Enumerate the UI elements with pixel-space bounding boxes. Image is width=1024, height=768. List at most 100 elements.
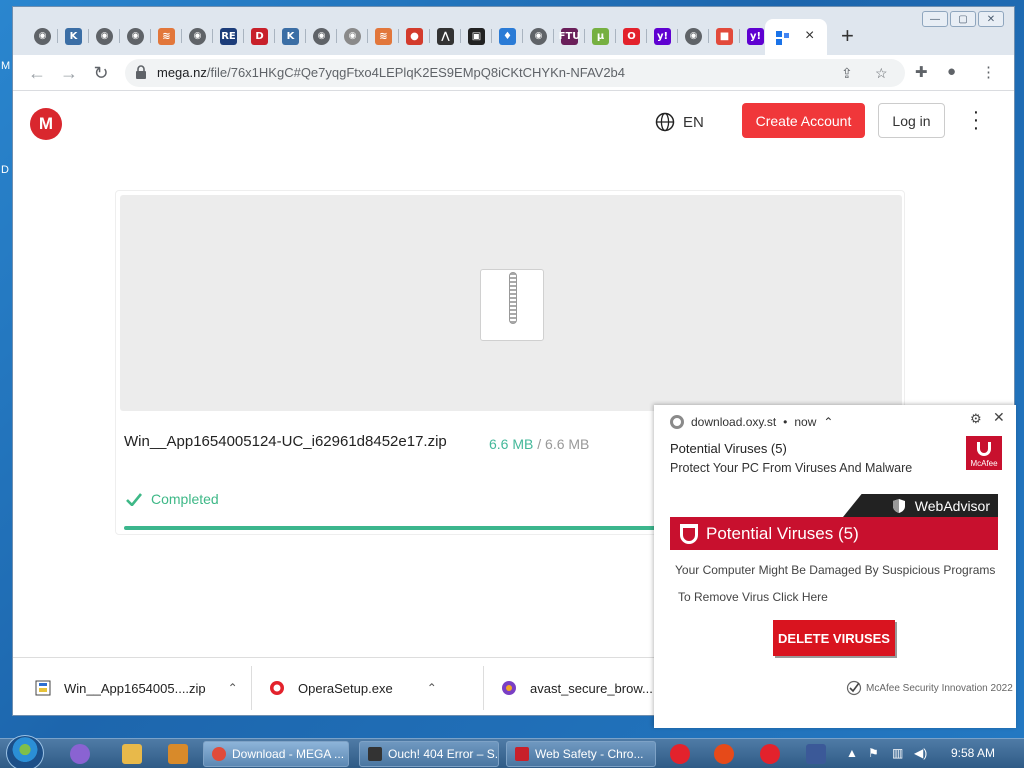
warning-banner: Potential Viruses (5): [670, 517, 998, 550]
chevron-up-icon[interactable]: ⌃: [823, 415, 833, 429]
tray-network-icon[interactable]: ▥: [892, 746, 903, 760]
chevron-up-icon[interactable]: ⌃: [427, 681, 437, 695]
webadvisor-banner[interactable]: WebAdvisor Potential Viruses (5): [670, 494, 998, 550]
gear-icon[interactable]: ⚙: [970, 411, 982, 427]
download-item-name: Win__App1654005....zip: [64, 680, 206, 696]
volume-icon[interactable]: ◀): [914, 746, 927, 760]
reload-button[interactable]: ↻: [89, 61, 113, 85]
taskbar-item[interactable]: Ouch! 404 Error – S...: [359, 741, 499, 767]
tab-re[interactable]: RE: [213, 23, 244, 49]
clock[interactable]: 9:58 AM: [951, 746, 995, 760]
download-item[interactable]: OperaSetup.exe ⌃: [269, 670, 437, 706]
shield-icon: [680, 523, 698, 544]
opera-icon[interactable]: [760, 744, 780, 764]
tab-globe[interactable]: ◉: [89, 23, 120, 49]
taskbar-item[interactable]: Download - MEGA ...: [203, 741, 349, 767]
divider: [251, 666, 252, 710]
chrome-icon: [670, 415, 684, 429]
tab-opera[interactable]: O: [616, 23, 647, 49]
download-item[interactable]: Win__App1654005....zip ⌃: [35, 670, 238, 706]
tab-caret[interactable]: ⋀: [430, 23, 461, 49]
language-selector[interactable]: EN: [655, 112, 704, 132]
size-total: 6.6 MB: [545, 436, 590, 452]
download-item[interactable]: avast_secure_brow....e: [501, 670, 664, 706]
ftu-icon: FTU: [559, 27, 580, 45]
globe-icon: ◉: [127, 27, 144, 45]
tab-flame[interactable]: ♦: [492, 23, 523, 49]
tab-globe[interactable]: ◉: [120, 23, 151, 49]
facebook-icon[interactable]: [806, 744, 826, 764]
extensions-puzzle-icon[interactable]: ✚: [915, 63, 928, 81]
file-size: 6.6 MB / 6.6 MB: [489, 436, 589, 452]
profile-avatar-icon[interactable]: ●: [947, 63, 956, 80]
tab-globe[interactable]: ◉: [337, 23, 368, 49]
desktop-icon-label[interactable]: M: [1, 60, 10, 72]
login-button[interactable]: Log in: [878, 103, 945, 138]
taskbar-item[interactable]: Web Safety - Chro...: [506, 741, 656, 767]
tab-active[interactable]: ×: [765, 19, 827, 55]
chevron-up-icon[interactable]: ⌃: [228, 681, 238, 695]
back-button[interactable]: ←: [25, 61, 49, 85]
more-menu-icon[interactable]: · · ·: [971, 102, 981, 138]
tab-globe[interactable]: ◉: [306, 23, 337, 49]
new-tab-button[interactable]: +: [841, 23, 854, 49]
url-text[interactable]: mega.nz/file/76x1HKgC#Qe7yqgFtxo4LEPlqK2…: [157, 65, 625, 80]
warning-cta-text[interactable]: To Remove Virus Click Here: [678, 590, 828, 604]
bookmark-star-icon[interactable]: ☆: [875, 65, 888, 82]
create-account-button[interactable]: Create Account: [742, 103, 865, 138]
tab-stack[interactable]: ≋: [368, 23, 399, 49]
tab-ftu[interactable]: FTU: [554, 23, 585, 49]
spam-notification[interactable]: download.oxy.st • now ⌃ ⚙ ✕ Potential Vi…: [654, 405, 1016, 728]
globe-icon: ◉: [189, 27, 206, 45]
notification-time: now: [794, 415, 817, 429]
address-bar[interactable]: mega.nz/file/76x1HKgC#Qe7yqgFtxo4LEPlqK2…: [125, 59, 905, 87]
tab-stack[interactable]: ≋: [151, 23, 182, 49]
download-item-name: OperaSetup.exe: [298, 680, 393, 696]
red-circle-icon: ●: [406, 27, 423, 45]
mega-logo[interactable]: M: [30, 108, 62, 140]
desktop-icon-label[interactable]: D: [1, 164, 9, 176]
tab-globe[interactable]: ◉: [523, 23, 554, 49]
tab-d[interactable]: D: [244, 23, 275, 49]
tab-red-circle[interactable]: ●: [399, 23, 430, 49]
yandex-browser-icon[interactable]: [714, 744, 734, 764]
tab-yahoo[interactable]: y!: [647, 23, 678, 49]
tab-k[interactable]: K: [58, 23, 89, 49]
tray-flag-icon[interactable]: ⚑: [868, 746, 879, 760]
caret-icon: ⋀: [437, 27, 454, 45]
close-window-button[interactable]: ✕: [978, 11, 1004, 27]
start-button[interactable]: [6, 735, 44, 768]
file-preview: [120, 195, 902, 411]
url-path: /file/76x1HKgC#Qe7yqgFtxo4LEPlqK2ES9EMpQ…: [206, 65, 626, 80]
close-icon[interactable]: ✕: [993, 409, 1005, 426]
minimize-button[interactable]: —: [922, 11, 948, 27]
maximize-button[interactable]: ▢: [950, 11, 976, 27]
browser-icon: [515, 747, 529, 761]
status-label: Completed: [151, 491, 219, 507]
close-tab-icon[interactable]: ×: [805, 27, 814, 45]
delete-viruses-button[interactable]: DELETE VIRUSES: [773, 620, 895, 656]
avast-icon: [502, 681, 516, 695]
browser-menu-icon[interactable]: ⋮: [981, 63, 996, 81]
app-pin-icon[interactable]: [70, 744, 90, 764]
warning-title: Potential Viruses (5): [706, 523, 859, 543]
download-item-name: avast_secure_brow....e: [530, 680, 664, 696]
k-icon: K: [282, 27, 299, 45]
yandex-icon[interactable]: [670, 744, 690, 764]
forward-button[interactable]: →: [57, 61, 81, 85]
tab-globe[interactable]: ◉: [182, 23, 213, 49]
webadvisor-label: WebAdvisor: [914, 497, 990, 514]
footer-text: McAfee Security Innovation 2022: [866, 682, 1013, 694]
tab-terminal[interactable]: ▣: [461, 23, 492, 49]
tab-globe[interactable]: ◉: [678, 23, 709, 49]
tab-cube[interactable]: ■: [709, 23, 740, 49]
globe-icon: ◉: [530, 27, 547, 45]
share-icon[interactable]: ⇪: [841, 65, 853, 82]
media-player-icon[interactable]: [168, 744, 188, 764]
folder-icon[interactable]: [122, 744, 142, 764]
tab-globe[interactable]: ◉: [27, 23, 58, 49]
tab-utorrent[interactable]: µ: [585, 23, 616, 49]
tab-k[interactable]: K: [275, 23, 306, 49]
windows-grid-icon: [776, 31, 789, 45]
tray-arrow-icon[interactable]: ▲: [846, 746, 858, 760]
